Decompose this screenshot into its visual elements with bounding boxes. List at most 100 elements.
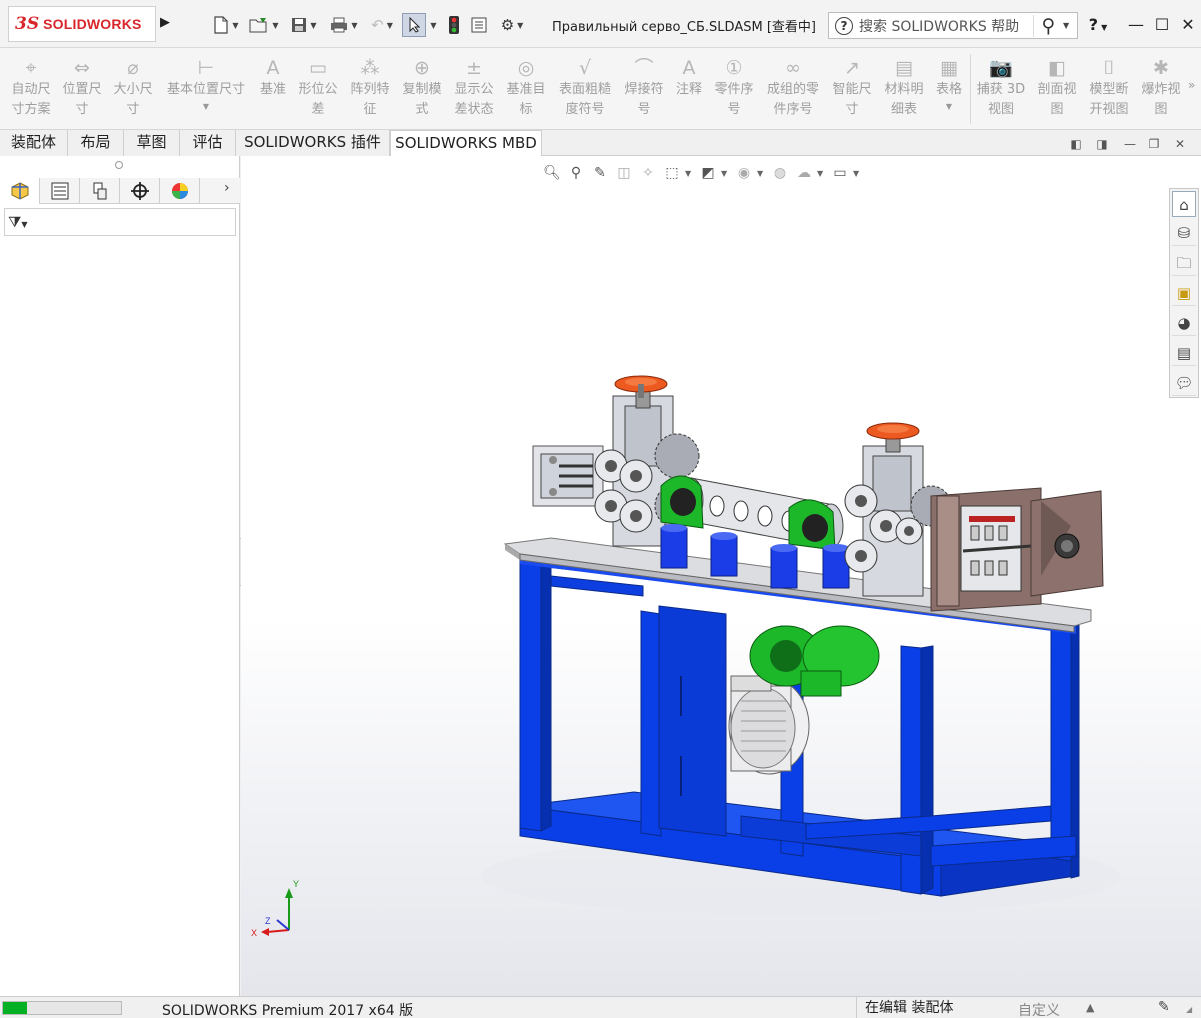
capture-3d-view-icon: 📷: [989, 57, 1013, 79]
file-properties-button[interactable]: [468, 13, 490, 37]
copy-scheme-button[interactable]: ⊕ 复制模 式: [398, 56, 446, 120]
traffic-light-icon: [449, 16, 459, 34]
tile-right-icon[interactable]: ◨: [1094, 136, 1110, 152]
tab-assembly[interactable]: 装配体: [0, 130, 68, 156]
doc-restore-button[interactable]: ❐: [1146, 136, 1162, 152]
doc-close-button[interactable]: ✕: [1172, 136, 1188, 152]
save-button[interactable]: ▼: [286, 13, 322, 37]
tab-solidworks-mbd[interactable]: SOLIDWORKS MBD: [390, 130, 542, 157]
basic-location-dimension-button[interactable]: ⊢ 基本位置尺寸 ▼: [162, 56, 250, 114]
tab-evaluate[interactable]: 评估: [180, 130, 236, 156]
datum-icon: A: [266, 57, 280, 79]
quick-tips-icon[interactable]: ✎: [1158, 999, 1170, 1015]
surface-finish-button[interactable]: √ 表面粗糙 度符号: [554, 56, 616, 120]
close-button[interactable]: ✕: [1174, 12, 1201, 38]
balloon-icon: ①: [725, 57, 743, 79]
manager-tabs: [0, 178, 240, 204]
filter-icon[interactable]: ⧩: [8, 213, 21, 231]
location-dimension-icon: ⇔: [74, 57, 90, 79]
size-dimension-button[interactable]: ⌀ 大小尺 寸: [110, 56, 156, 120]
tab-sketch[interactable]: 草图: [124, 130, 180, 156]
doc-minimize-button[interactable]: —: [1122, 136, 1138, 152]
help-search-placeholder[interactable]: 搜索 SOLIDWORKS 帮助: [859, 16, 1033, 36]
select-dropdown[interactable]: ▼: [426, 13, 438, 37]
exploded-view-button[interactable]: ✱ 爆炸视 图: [1136, 56, 1186, 120]
minimize-button[interactable]: —: [1122, 12, 1150, 38]
search-dropdown-icon[interactable]: ▼: [1063, 21, 1077, 30]
stacked-balloon-button[interactable]: ∞ 成组的零 件序号: [762, 56, 824, 120]
new-document-button[interactable]: ▼: [206, 13, 246, 37]
tab-configuration-manager[interactable]: [80, 178, 120, 204]
help-button[interactable]: ? ▼: [1084, 12, 1112, 38]
chevron-right-icon[interactable]: ›: [224, 180, 230, 196]
capture-3d-view-button[interactable]: 📷 捕获 3D 视图: [974, 56, 1028, 120]
tab-dimxpert-manager[interactable]: [120, 178, 160, 204]
weld-symbol-button[interactable]: ⌒ 焊接符 号: [620, 56, 668, 120]
model-break-view-icon: ⌷: [1103, 57, 1115, 79]
smart-dimension-button[interactable]: ↗ 智能尺 寸: [828, 56, 876, 120]
filter-box[interactable]: ⧩▼: [4, 208, 236, 236]
bom-button[interactable]: ▤ 材料明 细表: [880, 56, 928, 120]
triad-z-label: Z: [265, 916, 271, 926]
pattern-feature-button[interactable]: ⁂ 阵列特 征: [346, 56, 394, 120]
maximize-button[interactable]: ☐: [1148, 12, 1176, 38]
note-icon: A: [682, 57, 696, 79]
basic-location-dimension-icon: ⊢: [197, 57, 215, 79]
solidworks-logo[interactable]: 3S SOLIDWORKS: [8, 6, 156, 42]
title-bar: 3S SOLIDWORKS ▶ ▼ ▼ ▼ ▼ ↶ ▼ ▼ ⚙ ▼ Правил…: [0, 0, 1201, 48]
help-search-box[interactable]: ? 搜索 SOLIDWORKS 帮助 ⚲ ▼: [828, 12, 1078, 39]
section-view-icon: ◧: [1048, 57, 1066, 79]
tab-layout[interactable]: 布局: [68, 130, 124, 156]
table-button[interactable]: ▦ 表格 ▼: [930, 56, 968, 114]
dimxpert-manager-icon: [130, 182, 149, 200]
progress-fill: [3, 1002, 27, 1014]
search-icon[interactable]: ⚲: [1033, 14, 1063, 37]
datum-target-icon: ◎: [517, 57, 535, 79]
table-icon: ▦: [940, 57, 958, 79]
undo-button[interactable]: ↶ ▼: [364, 13, 400, 37]
tolerance-status-button[interactable]: ± 显示公 差状态: [450, 56, 498, 120]
help-icon: ?: [835, 16, 853, 35]
tile-left-icon[interactable]: ◧: [1068, 136, 1084, 152]
unit-system-selector[interactable]: 自定义: [1018, 1000, 1060, 1018]
ribbon-more-icon[interactable]: »: [1188, 78, 1195, 92]
rebuild-button[interactable]: [444, 13, 464, 37]
triad-x-label: X: [251, 928, 257, 938]
tab-solidworks-addins[interactable]: SOLIDWORKS 插件: [236, 130, 390, 156]
location-dimension-button[interactable]: ⇔ 位置尺 寸: [58, 56, 106, 120]
bom-icon: ▤: [895, 57, 913, 79]
tab-display-manager[interactable]: [160, 178, 200, 204]
note-button[interactable]: A 注释: [670, 56, 708, 100]
geometric-tolerance-button[interactable]: ▭ 形位公 差: [294, 56, 342, 120]
print-button[interactable]: ▼: [326, 13, 362, 37]
ribbon-separator: [970, 54, 971, 124]
open-button[interactable]: ▼: [246, 13, 282, 37]
size-dimension-icon: ⌀: [127, 57, 139, 79]
balloon-button[interactable]: ① 零件序 号: [710, 56, 758, 120]
drive-gearbox[interactable]: [930, 487, 1104, 612]
weld-symbol-icon: ⌒: [634, 57, 654, 79]
open-icon: [249, 18, 267, 33]
datum-button[interactable]: A 基准: [254, 56, 292, 100]
undo-icon: ↶: [371, 16, 384, 34]
new-document-icon: [214, 16, 229, 34]
options-button[interactable]: ⚙ ▼: [494, 13, 530, 37]
panel-grip-icon[interactable]: [115, 161, 123, 169]
select-button[interactable]: [402, 13, 426, 37]
tab-property-manager[interactable]: [40, 178, 80, 204]
model-break-view-button[interactable]: ⌷ 模型断 开视图: [1084, 56, 1134, 120]
configuration-manager-icon: [93, 182, 106, 200]
datum-target-button[interactable]: ◎ 基准目 标: [502, 56, 550, 120]
tab-feature-manager[interactable]: [0, 178, 40, 204]
solidworks-window: 3S SOLIDWORKS ▶ ▼ ▼ ▼ ▼ ↶ ▼ ▼ ⚙ ▼ Правил…: [0, 0, 1201, 1018]
unit-dropdown-icon[interactable]: ▲: [1086, 1001, 1094, 1014]
feature-manager-icon: [11, 182, 28, 200]
assembly-model[interactable]: [241, 156, 1201, 996]
section-view-button[interactable]: ◧ 剖面视 图: [1032, 56, 1082, 120]
menu-expand-icon[interactable]: ▶: [160, 15, 170, 30]
display-manager-icon: [171, 183, 188, 199]
auto-dimension-button[interactable]: ⌖ 自动尺 寸方案: [6, 56, 56, 120]
surface-finish-icon: √: [578, 57, 592, 79]
feature-manager-panel: › ⧩▼: [0, 156, 240, 996]
graphics-area[interactable]: 🔍︎ ⚲ ✎ ◫ ✧ ⬚ ▼ ◩ ▼ ◉ ▼ ◍ ☁ ▼ ▭ ▼ ⌂ ⛁ 🗀 ▣ ◕ ▤ …: [241, 156, 1201, 996]
